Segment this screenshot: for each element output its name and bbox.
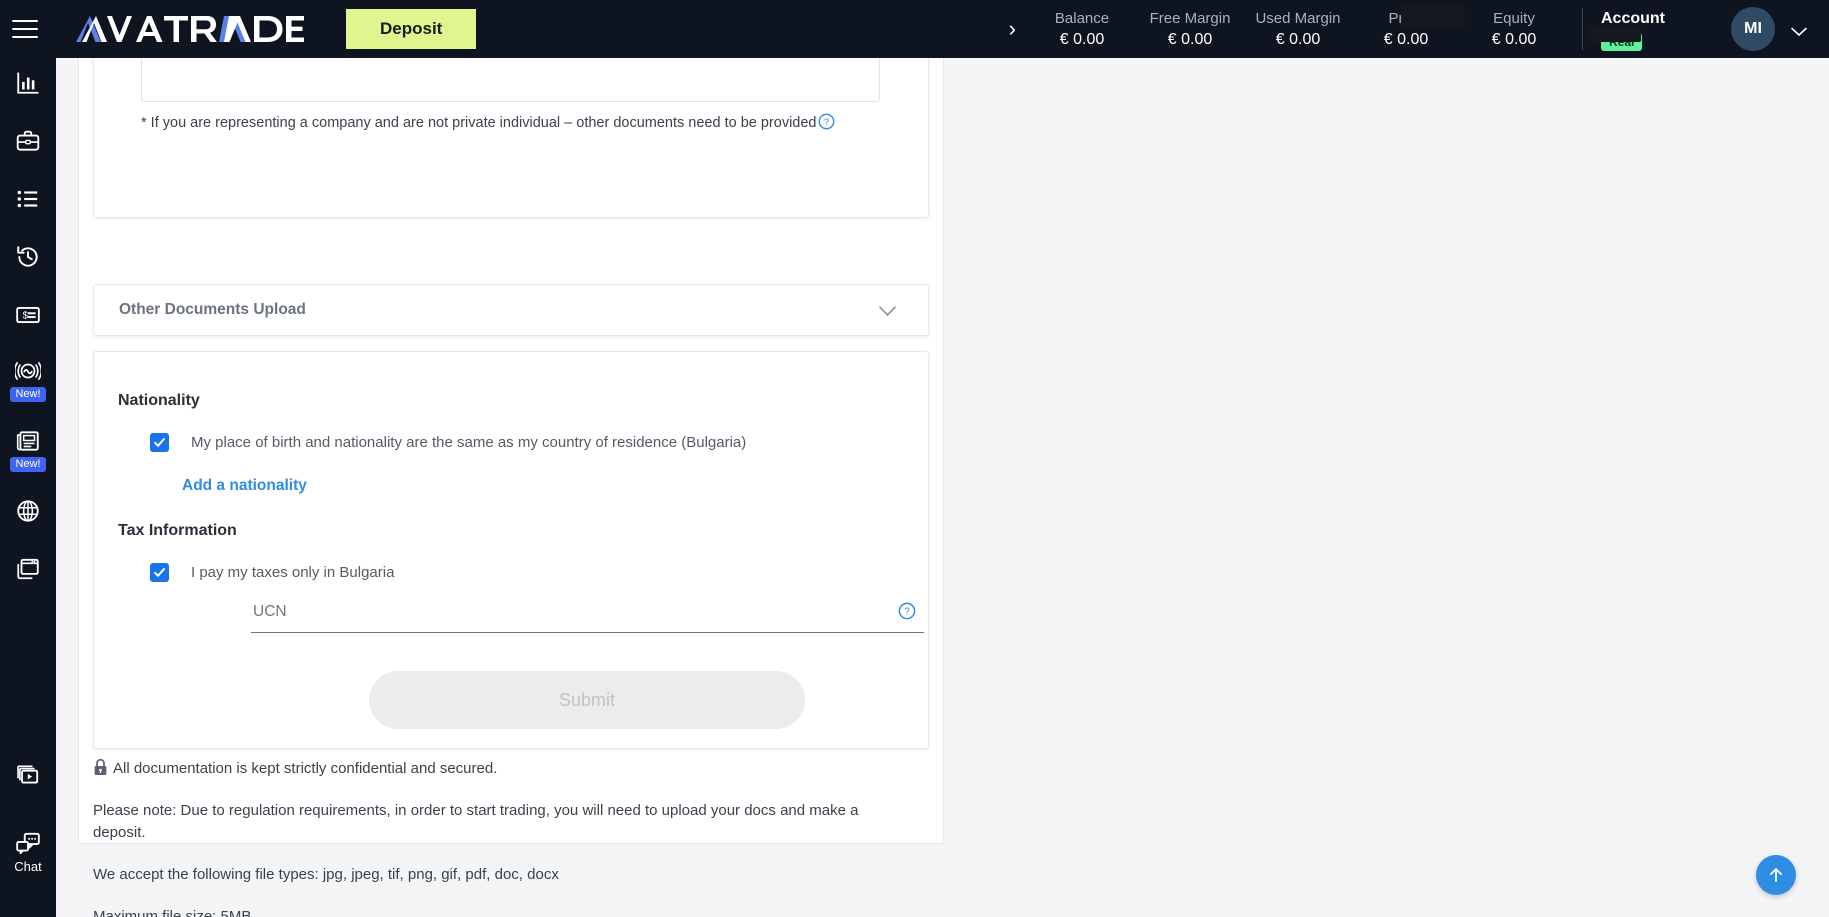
nationality-heading: Nationality: [118, 392, 200, 409]
sidebar-item-history[interactable]: [0, 244, 56, 270]
chart-bars-icon: [17, 72, 39, 94]
confidentiality-note-text: All documentation is kept strictly confi…: [113, 760, 498, 777]
topbar-divider: [1582, 8, 1583, 50]
briefcase-icon: [16, 130, 40, 151]
redacted-account-name: [1401, 6, 1465, 28]
video-icon: [17, 765, 39, 784]
avatrade-logo[interactable]: [76, 9, 304, 49]
news-icon: [16, 431, 39, 451]
ucn-field-wrapper: ?: [251, 595, 924, 637]
statement-icon: $: [16, 307, 40, 323]
sidebar-badge-new: New!: [10, 387, 46, 402]
nationality-checkbox[interactable]: [150, 433, 169, 452]
sidebar-item-chat[interactable]: Chat: [0, 830, 56, 874]
footer-notes: All documentation is kept strictly confi…: [93, 758, 959, 917]
chat-icon: [16, 832, 40, 855]
max-file-size-text: Maximum file size: 5MB: [93, 908, 252, 917]
metric-balance: Balance € 0.00: [1028, 8, 1136, 51]
left-sidebar: $ New! New! Chat: [0, 58, 56, 917]
submit-button[interactable]: Submit: [369, 671, 805, 729]
metric-value: € 0.00: [1275, 30, 1321, 48]
metric-equity: Equity € 0.00: [1460, 8, 1568, 51]
svg-text:?: ?: [904, 607, 910, 618]
hamburger-menu-icon[interactable]: [8, 16, 42, 42]
lock-icon: [94, 758, 107, 775]
metric-value: € 0.00: [1167, 30, 1213, 48]
metric-used-margin: Used Margin € 0.00: [1244, 8, 1352, 51]
sidebar-item-statements[interactable]: $: [0, 302, 56, 328]
metric-label: Used Margin: [1255, 9, 1341, 27]
list-icon: [17, 190, 38, 208]
account-chevron-down-icon[interactable]: [1791, 24, 1807, 37]
confidentiality-note: All documentation is kept strictly confi…: [93, 758, 959, 780]
app-root: Deposit › Balance € 0.00 Free Margin € 0…: [0, 0, 1829, 917]
account-metrics: Balance € 0.00 Free Margin € 0.00 Used M…: [1028, 8, 1568, 51]
sidebar-item-news[interactable]: New!: [0, 428, 56, 472]
main-content: UPLOAD * If you are representing a compa…: [56, 58, 1829, 917]
ucn-question-mark-icon[interactable]: ?: [898, 602, 916, 620]
arrow-up-icon: [1770, 868, 1782, 882]
metric-label: Free Margin: [1149, 9, 1231, 27]
other-documents-accordion[interactable]: Other Documents Upload: [93, 284, 929, 336]
sidebar-item-windows[interactable]: [0, 556, 56, 582]
deposit-button[interactable]: Deposit: [346, 9, 477, 49]
company-documents-note-text: * If you are representing a company and …: [141, 115, 817, 131]
sidebar-item-economic-calendar[interactable]: [0, 498, 56, 524]
signals-icon: [15, 362, 41, 380]
nationality-checkbox-row[interactable]: My place of birth and nationality are th…: [150, 433, 746, 452]
company-documents-note: * If you are representing a company and …: [141, 113, 841, 134]
globe-icon: [17, 500, 39, 522]
sidebar-item-videos[interactable]: [0, 762, 56, 788]
top-bar: Deposit › Balance € 0.00 Free Margin € 0…: [0, 0, 1829, 58]
nationality-checkbox-label: My place of birth and nationality are th…: [191, 434, 747, 451]
accordion-title: Other Documents Upload: [119, 301, 306, 318]
scroll-to-top-button[interactable]: [1756, 855, 1796, 895]
redacted-account-number: [1589, 26, 1641, 42]
tax-checkbox-row[interactable]: I pay my taxes only in Bulgaria: [150, 563, 394, 582]
chevron-down-icon[interactable]: [879, 304, 896, 317]
expand-metrics-arrow[interactable]: ›: [1009, 18, 1016, 40]
tax-checkbox-label: I pay my taxes only in Bulgaria: [191, 564, 395, 581]
ucn-input[interactable]: [251, 595, 924, 633]
window-icon: [17, 558, 39, 580]
sidebar-item-charts[interactable]: [0, 70, 56, 96]
avatar[interactable]: MI: [1731, 7, 1775, 51]
metric-value: € 0.00: [1383, 30, 1429, 48]
svg-text:$: $: [23, 310, 29, 321]
sidebar-item-label: Chat: [14, 859, 42, 874]
tax-checkbox[interactable]: [150, 563, 169, 582]
sidebar-item-watchlist[interactable]: [0, 186, 56, 212]
metric-label: Balance: [1054, 9, 1110, 27]
svg-text:?: ?: [824, 117, 829, 128]
sidebar-badge-new: New!: [10, 457, 46, 472]
upload-dropzone[interactable]: UPLOAD: [141, 58, 880, 102]
metric-label: Equity: [1493, 9, 1535, 27]
metric-free-margin: Free Margin € 0.00: [1136, 8, 1244, 51]
file-types-text: We accept the following file types: jpg,…: [93, 866, 559, 883]
sidebar-item-portfolio[interactable]: [0, 128, 56, 154]
add-nationality-link[interactable]: Add a nationality: [182, 477, 307, 495]
metric-value: € 0.00: [1059, 30, 1105, 48]
tax-information-heading: Tax Information: [118, 522, 237, 539]
please-note-text: Please note: Due to regulation requireme…: [93, 802, 859, 841]
history-icon: [17, 246, 38, 267]
sidebar-item-signals[interactable]: New!: [0, 358, 56, 402]
document-upload-card: UPLOAD * If you are representing a compa…: [93, 58, 929, 218]
metric-value: € 0.00: [1491, 30, 1537, 48]
question-mark-icon[interactable]: ?: [818, 113, 835, 130]
